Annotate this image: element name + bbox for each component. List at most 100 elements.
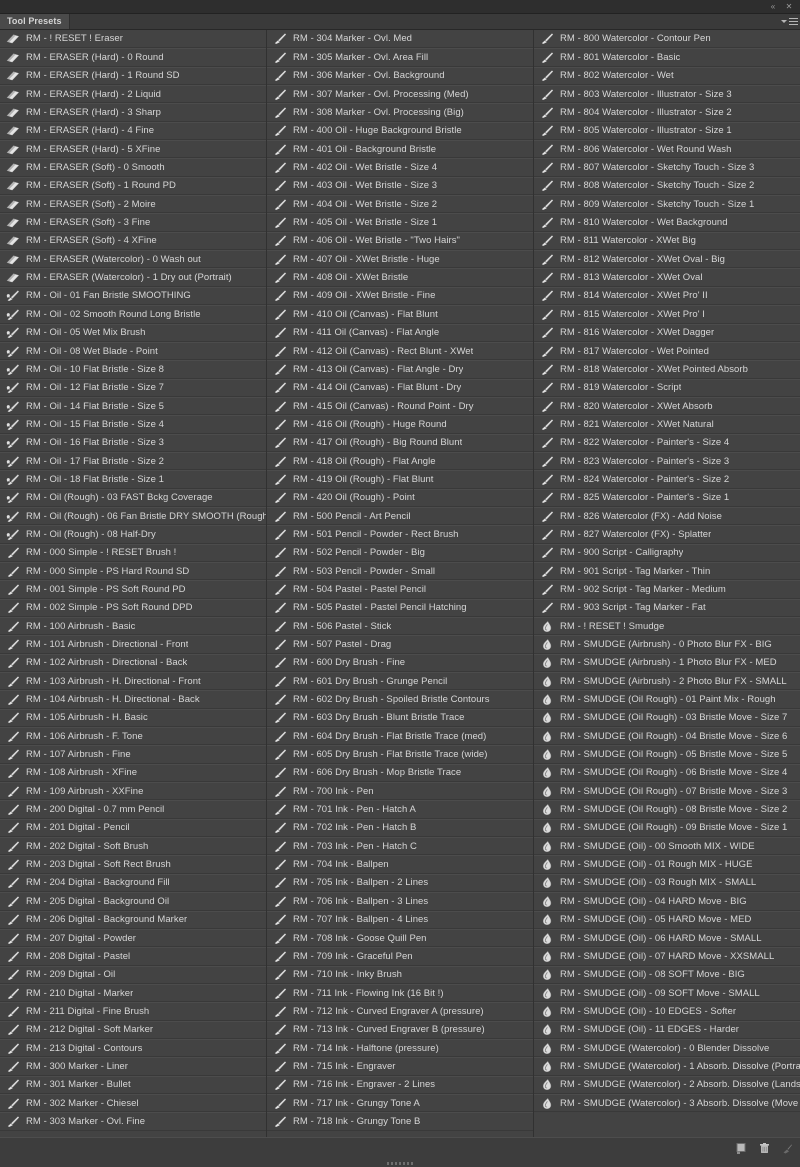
- preset-item[interactable]: RM - 419 Oil (Rough) - Flat Blunt: [267, 470, 533, 489]
- preset-item[interactable]: RM - 704 Ink - Ballpen: [267, 855, 533, 874]
- preset-item[interactable]: RM - 504 Pastel - Pastel Pencil: [267, 580, 533, 599]
- preset-item[interactable]: RM - 106 Airbrush - F. Tone: [0, 727, 266, 746]
- preset-item[interactable]: RM - 414 Oil (Canvas) - Flat Blunt - Dry: [267, 378, 533, 397]
- preset-item[interactable]: RM - 413 Oil (Canvas) - Flat Angle - Dry: [267, 360, 533, 379]
- preset-item[interactable]: RM - Oil (Rough) - 06 Fan Bristle DRY SM…: [0, 506, 266, 526]
- preset-item[interactable]: RM - 820 Watercolor - XWet Absorb: [534, 396, 800, 416]
- preset-item[interactable]: RM - 802 Watercolor - Wet: [534, 66, 800, 86]
- preset-item[interactable]: RM - ERASER (Soft) - 1 Round PD: [0, 176, 266, 196]
- preset-item[interactable]: RM - Oil - 18 Flat Bristle - Size 1: [0, 470, 266, 489]
- preset-item[interactable]: RM - ERASER (Soft) - 2 Moire: [0, 195, 266, 214]
- preset-item[interactable]: RM - SMUDGE (Oil) - 09 SOFT Move - SMALL: [534, 983, 800, 1003]
- preset-item[interactable]: RM - 503 Pencil - Powder - Small: [267, 561, 533, 581]
- preset-item[interactable]: RM - Oil - 15 Flat Bristle - Size 4: [0, 415, 266, 434]
- preset-item[interactable]: RM - 300 Marker - Liner: [0, 1057, 266, 1076]
- preset-item[interactable]: RM - SMUDGE (Watercolor) - 0 Blender Dis…: [534, 1038, 800, 1058]
- panel-menu-button[interactable]: [778, 14, 800, 29]
- preset-item[interactable]: RM - 208 Digital - Pastel: [0, 947, 266, 966]
- preset-item[interactable]: RM - 716 Ink - Engraver - 2 Lines: [267, 1075, 533, 1094]
- preset-item[interactable]: RM - 807 Watercolor - Sketchy Touch - Si…: [534, 158, 800, 177]
- preset-item[interactable]: RM - 902 Script - Tag Marker - Medium: [534, 580, 800, 599]
- preset-item[interactable]: RM - 201 Digital - Pencil: [0, 818, 266, 838]
- preset-item[interactable]: RM - SMUDGE (Oil Rough) - 09 Bristle Mov…: [534, 818, 800, 838]
- preset-item[interactable]: RM - 103 Airbrush - H. Directional - Fro…: [0, 672, 266, 691]
- preset-item[interactable]: RM - ERASER (Hard) - 1 Round SD: [0, 66, 266, 86]
- preset-item[interactable]: RM - 416 Oil (Rough) - Huge Round: [267, 415, 533, 434]
- preset-item[interactable]: RM - SMUDGE (Oil) - 05 HARD Move - MED: [534, 910, 800, 929]
- preset-item[interactable]: RM - 817 Watercolor - Wet Pointed: [534, 341, 800, 361]
- preset-item[interactable]: RM - 701 Ink - Pen - Hatch A: [267, 800, 533, 819]
- preset-item[interactable]: RM - SMUDGE (Oil Rough) - 08 Bristle Mov…: [534, 800, 800, 819]
- preset-item[interactable]: RM - SMUDGE (Oil) - 06 HARD Move - SMALL: [534, 928, 800, 948]
- double-chevron-left-icon[interactable]: «: [766, 1, 780, 13]
- preset-item[interactable]: RM - 806 Watercolor - Wet Round Wash: [534, 140, 800, 159]
- preset-item[interactable]: RM - 809 Watercolor - Sketchy Touch - Si…: [534, 195, 800, 214]
- preset-item[interactable]: RM - SMUDGE (Oil Rough) - 01 Paint Mix -…: [534, 690, 800, 709]
- preset-item[interactable]: RM - 823 Watercolor - Painter's - Size 3: [534, 451, 800, 471]
- preset-item[interactable]: RM - 702 Ink - Pen - Hatch B: [267, 818, 533, 838]
- preset-item[interactable]: RM - Oil - 01 Fan Bristle SMOOTHING: [0, 286, 266, 306]
- preset-item[interactable]: RM - 812 Watercolor - XWet Oval - Big: [534, 250, 800, 269]
- preset-item[interactable]: RM - ! RESET ! Smudge: [534, 617, 800, 636]
- preset-item[interactable]: RM - 818 Watercolor - XWet Pointed Absor…: [534, 360, 800, 379]
- preset-item[interactable]: RM - 811 Watercolor - XWet Big: [534, 231, 800, 251]
- preset-item[interactable]: RM - 302 Marker - Chiesel: [0, 1093, 266, 1113]
- preset-item[interactable]: RM - 102 Airbrush - Directional - Back: [0, 653, 266, 673]
- preset-item[interactable]: RM - 412 Oil (Canvas) - Rect Blunt - XWe…: [267, 341, 533, 361]
- preset-item[interactable]: RM - 606 Dry Brush - Mop Bristle Trace: [267, 763, 533, 783]
- preset-item[interactable]: RM - ERASER (Hard) - 2 Liquid: [0, 85, 266, 104]
- preset-item[interactable]: RM - SMUDGE (Oil) - 08 SOFT Move - BIG: [534, 965, 800, 984]
- preset-item[interactable]: RM - ERASER (Soft) - 3 Fine: [0, 213, 266, 232]
- preset-item[interactable]: RM - ERASER (Hard) - 0 Round: [0, 48, 266, 67]
- preset-item[interactable]: RM - SMUDGE (Airbrush) - 2 Photo Blur FX…: [534, 672, 800, 691]
- preset-item[interactable]: RM - 808 Watercolor - Sketchy Touch - Si…: [534, 176, 800, 196]
- preset-item[interactable]: RM - SMUDGE (Airbrush) - 1 Photo Blur FX…: [534, 653, 800, 673]
- preset-item[interactable]: RM - 718 Ink - Grungy Tone B: [267, 1112, 533, 1131]
- preset-item[interactable]: RM - 420 Oil (Rough) - Point: [267, 488, 533, 507]
- preset-item[interactable]: RM - 000 Simple - ! RESET Brush !: [0, 543, 266, 562]
- preset-item[interactable]: RM - SMUDGE (Oil Rough) - 07 Bristle Mov…: [534, 782, 800, 801]
- preset-item[interactable]: RM - SMUDGE (Watercolor) - 1 Absorb. Dis…: [534, 1057, 800, 1076]
- preset-item[interactable]: RM - ERASER (Hard) - 3 Sharp: [0, 103, 266, 122]
- preset-item[interactable]: RM - SMUDGE (Oil) - 11 EDGES - Harder: [534, 1020, 800, 1039]
- preset-item[interactable]: RM - 308 Marker - Ovl. Processing (Big): [267, 103, 533, 122]
- preset-item[interactable]: RM - 401 Oil - Background Bristle: [267, 140, 533, 159]
- preset-item[interactable]: RM - 417 Oil (Rough) - Big Round Blunt: [267, 433, 533, 452]
- preset-item[interactable]: RM - 500 Pencil - Art Pencil: [267, 506, 533, 526]
- preset-item[interactable]: RM - 601 Dry Brush - Grunge Pencil: [267, 672, 533, 691]
- preset-item[interactable]: RM - 211 Digital - Fine Brush: [0, 1002, 266, 1021]
- preset-item[interactable]: RM - Oil - 14 Flat Bristle - Size 5: [0, 396, 266, 416]
- preset-item[interactable]: RM - 411 Oil (Canvas) - Flat Angle: [267, 323, 533, 342]
- preset-item[interactable]: RM - 903 Script - Tag Marker - Fat: [534, 598, 800, 617]
- preset-item[interactable]: RM - 301 Marker - Bullet: [0, 1075, 266, 1094]
- preset-item[interactable]: RM - 213 Digital - Contours: [0, 1038, 266, 1058]
- preset-item[interactable]: RM - 209 Digital - Oil: [0, 965, 266, 984]
- preset-item[interactable]: RM - SMUDGE (Oil Rough) - 03 Bristle Mov…: [534, 708, 800, 728]
- preset-item[interactable]: RM - 710 Ink - Inky Brush: [267, 965, 533, 984]
- preset-item[interactable]: RM - 800 Watercolor - Contour Pen: [534, 30, 800, 49]
- preset-item[interactable]: RM - 101 Airbrush - Directional - Front: [0, 635, 266, 654]
- preset-item[interactable]: RM - 713 Ink - Curved Engraver B (pressu…: [267, 1020, 533, 1039]
- preset-item[interactable]: RM - SMUDGE (Oil) - 00 Smooth MIX - WIDE: [534, 837, 800, 856]
- preset-item[interactable]: RM - 505 Pastel - Pastel Pencil Hatching: [267, 598, 533, 617]
- preset-item[interactable]: RM - 205 Digital - Background Oil: [0, 892, 266, 911]
- preset-item[interactable]: RM - SMUDGE (Oil Rough) - 06 Bristle Mov…: [534, 763, 800, 783]
- preset-item[interactable]: RM - 602 Dry Brush - Spoiled Bristle Con…: [267, 690, 533, 709]
- preset-item[interactable]: RM - 400 Oil - Huge Background Bristle: [267, 121, 533, 141]
- preset-item[interactable]: RM - 714 Ink - Halftone (pressure): [267, 1038, 533, 1058]
- preset-item[interactable]: RM - 203 Digital - Soft Rect Brush: [0, 855, 266, 874]
- preset-item[interactable]: RM - 306 Marker - Ovl. Background: [267, 66, 533, 86]
- preset-item[interactable]: RM - SMUDGE (Oil) - 10 EDGES - Softer: [534, 1002, 800, 1021]
- preset-item[interactable]: RM - 501 Pencil - Powder - Rect Brush: [267, 525, 533, 544]
- preset-item[interactable]: RM - 305 Marker - Ovl. Area Fill: [267, 48, 533, 67]
- preset-item[interactable]: RM - SMUDGE (Oil) - 04 HARD Move - BIG: [534, 892, 800, 911]
- preset-item[interactable]: RM - SMUDGE (Oil) - 07 HARD Move - XXSMA…: [534, 947, 800, 966]
- preset-item[interactable]: RM - ERASER (Watercolor) - 1 Dry out (Po…: [0, 268, 266, 287]
- preset-item[interactable]: RM - SMUDGE (Oil Rough) - 04 Bristle Mov…: [534, 727, 800, 746]
- preset-item[interactable]: RM - 803 Watercolor - Illustrator - Size…: [534, 85, 800, 104]
- preset-item[interactable]: RM - 408 Oil - XWet Bristle: [267, 268, 533, 287]
- preset-item[interactable]: RM - 700 Ink - Pen: [267, 782, 533, 801]
- preset-item[interactable]: RM - ERASER (Soft) - 4 XFine: [0, 231, 266, 251]
- preset-item[interactable]: RM - 824 Watercolor - Painter's - Size 2: [534, 470, 800, 489]
- preset-item[interactable]: RM - 825 Watercolor - Painter's - Size 1: [534, 488, 800, 507]
